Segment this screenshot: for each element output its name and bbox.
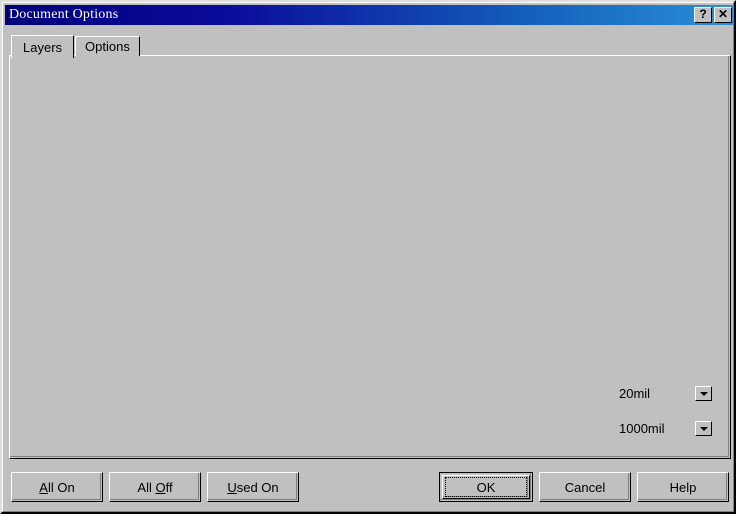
tab-options[interactable]: Options [75, 36, 140, 56]
close-icon: ✕ [718, 8, 728, 20]
ok-button[interactable]: OK [439, 472, 533, 502]
title-bar: Document Options ? ✕ [5, 5, 735, 25]
all-on-button-label: All On [39, 480, 74, 495]
window-title: Document Options [5, 7, 118, 23]
cancel-button[interactable]: Cancel [539, 472, 631, 502]
help-text-button[interactable]: Help [637, 472, 729, 502]
chevron-down-icon[interactable] [695, 386, 712, 401]
used-on-button[interactable]: Used On [207, 472, 299, 502]
tab-options-label: Options [85, 39, 130, 54]
help-button[interactable]: ? [694, 7, 712, 23]
title-bar-buttons: ? ✕ [694, 7, 735, 23]
all-off-button-label: All Off [137, 480, 172, 495]
used-on-button-label: Used On [227, 480, 278, 495]
tab-layers-label: Layers [23, 40, 62, 55]
tab-strip: Layers Options [11, 34, 140, 56]
all-off-button[interactable]: All Off [109, 472, 201, 502]
combo-visible-grid-1-value: 20mil [615, 386, 650, 401]
all-on-button[interactable]: All On [11, 472, 103, 502]
question-mark-icon: ? [699, 8, 706, 20]
chevron-down-icon[interactable] [695, 421, 712, 436]
close-button[interactable]: ✕ [714, 7, 732, 23]
combo-visible-grid-2-value: 1000mil [615, 421, 665, 436]
combo-visible-grid-2[interactable]: 1000mil [614, 418, 715, 439]
ok-button-label: OK [477, 480, 496, 495]
tab-layers[interactable]: Layers [11, 35, 74, 58]
help-button-label: Help [670, 480, 697, 495]
cancel-button-label: Cancel [565, 480, 605, 495]
document-options-dialog: Document Options ? ✕ Layers Options Sign… [0, 0, 736, 514]
